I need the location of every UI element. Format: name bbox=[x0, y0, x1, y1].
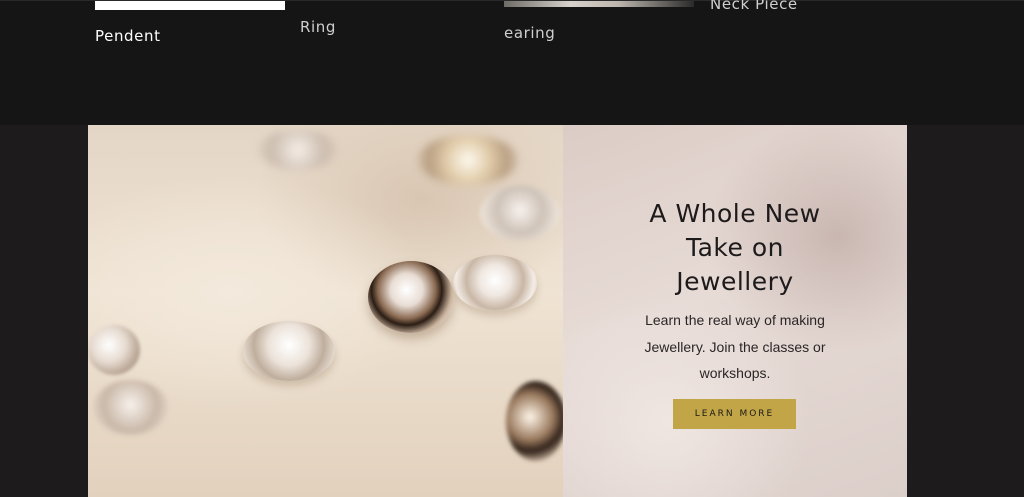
diamond-blur bbox=[258, 130, 338, 170]
hero-section: A Whole New Take on Jewellery Learn the … bbox=[88, 125, 907, 497]
diamond-blur bbox=[93, 380, 168, 435]
hero-title-line: A Whole New bbox=[649, 199, 821, 228]
earing-thumbnail[interactable] bbox=[504, 1, 694, 7]
hero-title-line: Jewellery bbox=[676, 267, 794, 296]
diamond-blur bbox=[88, 325, 140, 375]
hero-title-line: Take on bbox=[685, 233, 784, 262]
pendent-thumbnail[interactable] bbox=[95, 1, 285, 10]
hero-text-panel: A Whole New Take on Jewellery Learn the … bbox=[563, 125, 907, 497]
diamond-blur bbox=[418, 135, 518, 185]
diamond bbox=[243, 321, 335, 381]
diamond bbox=[453, 255, 537, 311]
diamond-blur bbox=[506, 381, 563, 461]
category-neck-piece-label[interactable]: Neck Piece bbox=[710, 0, 798, 13]
diamond-blur bbox=[480, 185, 560, 241]
hero-description: Learn the real way of making Jewellery. … bbox=[644, 312, 826, 381]
learn-more-button[interactable]: LEARN MORE bbox=[673, 399, 796, 429]
category-strip: Pendent Ring earing Neck Piece bbox=[0, 0, 1024, 125]
hero-title: A Whole New Take on Jewellery bbox=[563, 197, 907, 299]
category-pendent-label[interactable]: Pendent bbox=[95, 27, 161, 45]
diamond bbox=[368, 261, 454, 333]
diamonds-image bbox=[88, 125, 563, 497]
category-ring-label[interactable]: Ring bbox=[300, 18, 336, 36]
category-earing-label[interactable]: earing bbox=[504, 24, 555, 42]
